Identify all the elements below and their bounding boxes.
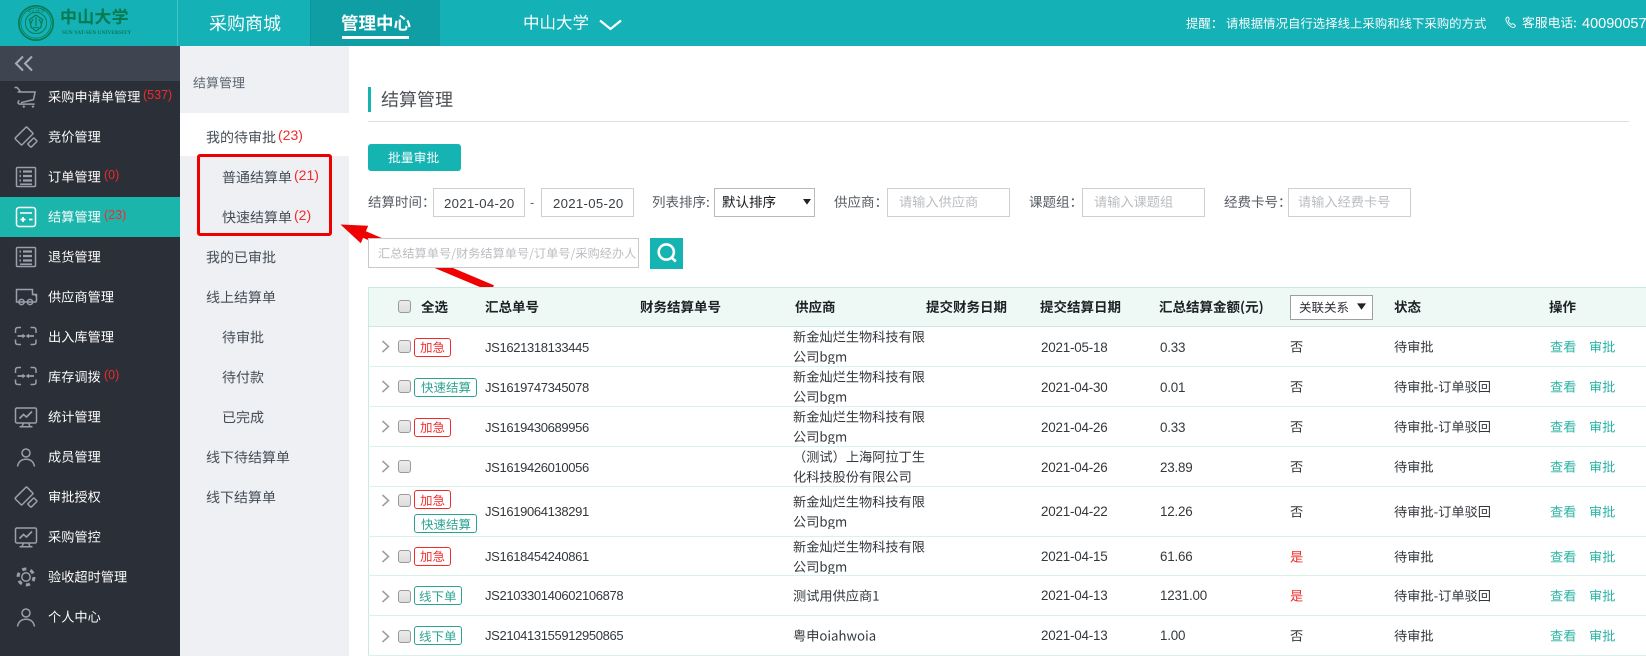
svg-text:中山大学: 中山大学 <box>27 7 45 14</box>
